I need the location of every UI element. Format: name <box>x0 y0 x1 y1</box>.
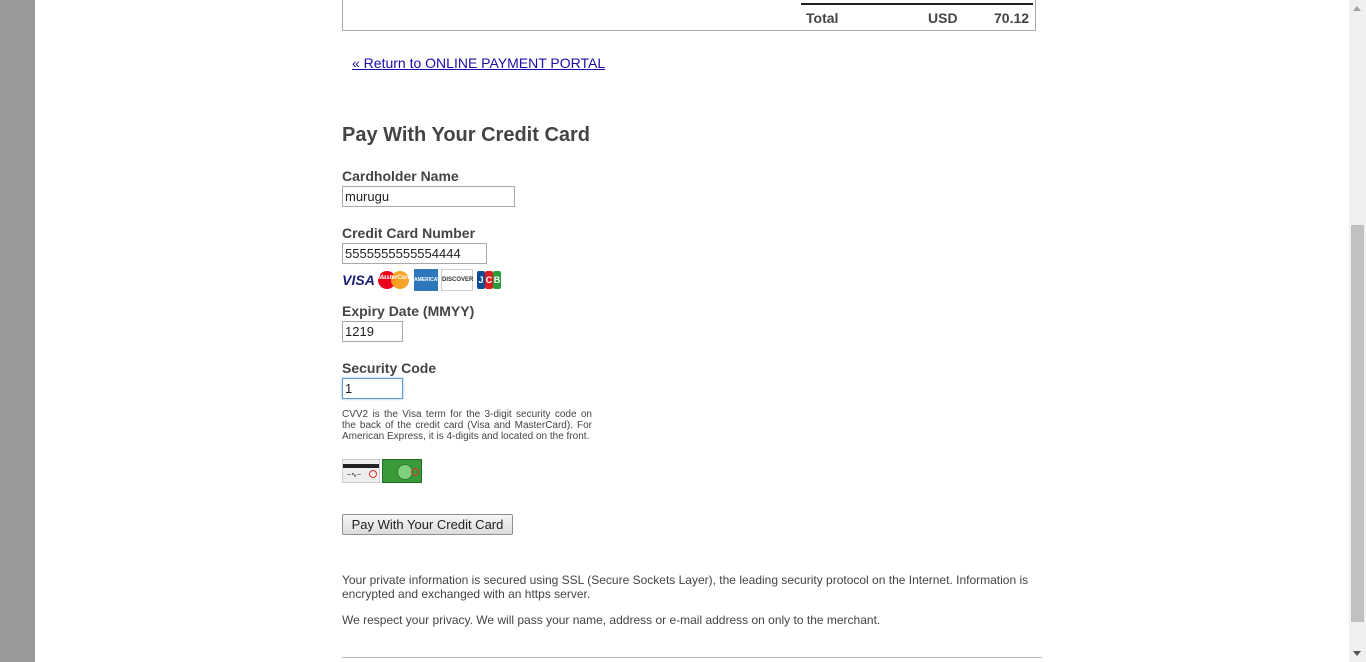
total-label: Total <box>806 10 839 26</box>
total-amount: 70.12 <box>994 10 1030 26</box>
card-number-label: Credit Card Number <box>342 225 476 241</box>
jcb-logo-icon: JCB <box>477 269 501 291</box>
expiry-date-input[interactable] <box>342 321 403 342</box>
amex-logo-icon: AMERICAN EXPRESS <box>414 269 441 305</box>
expiry-date-label: Expiry Date (MMYY) <box>342 303 475 319</box>
total-currency: USD <box>928 10 958 26</box>
visa-logo-icon: VISA <box>342 272 375 288</box>
security-code-label: Security Code <box>342 360 437 376</box>
cardholder-name-input[interactable] <box>342 186 515 207</box>
page-left-gutter <box>0 0 35 662</box>
cvv-card-back-icon: ~∿~ <box>342 459 380 483</box>
mastercard-logo-text: MasterCard <box>378 275 412 281</box>
scroll-down-arrow-icon[interactable] <box>1353 651 1361 656</box>
pay-with-credit-card-button[interactable]: Pay With Your Credit Card <box>342 514 513 535</box>
footer-divider <box>342 657 1042 658</box>
page-title: Pay With Your Credit Card <box>342 124 591 146</box>
scroll-up-arrow-icon[interactable] <box>1353 6 1361 11</box>
ssl-security-notice: Your private information is secured usin… <box>342 573 1029 601</box>
return-to-portal-link[interactable]: « Return to ONLINE PAYMENT PORTAL <box>352 55 605 71</box>
card-number-input[interactable] <box>342 243 487 264</box>
cardholder-name-label: Cardholder Name <box>342 168 459 184</box>
mastercard-logo-icon: MasterCard <box>378 269 412 291</box>
total-divider <box>801 3 1033 5</box>
cvv-help-text: CVV2 is the Visa term for the 3-digit se… <box>342 409 592 442</box>
security-code-input[interactable] <box>342 378 403 399</box>
scrollbar-thumb[interactable] <box>1351 225 1364 622</box>
discover-logo-icon: DISCOVER <box>441 269 473 291</box>
privacy-notice: We respect your privacy. We will pass yo… <box>342 613 881 627</box>
cvv-card-front-icon <box>382 459 422 483</box>
